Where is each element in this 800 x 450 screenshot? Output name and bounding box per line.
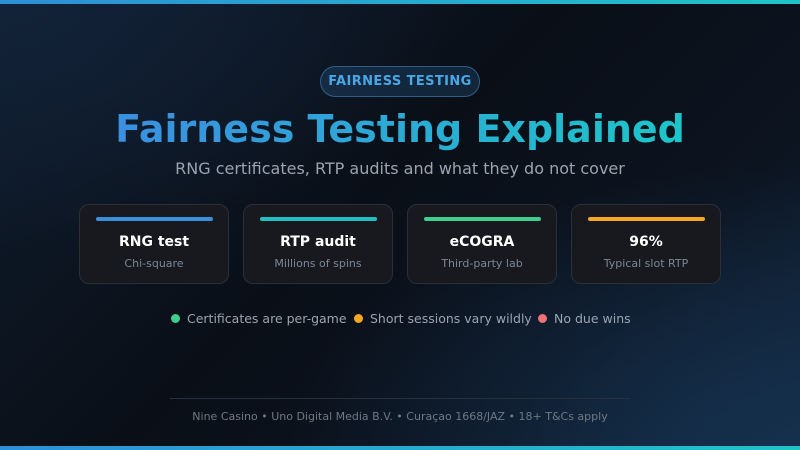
note-item: Certificates are per-game <box>171 308 347 328</box>
card-accent-line <box>424 217 541 221</box>
note-item: No due wins <box>538 308 631 328</box>
page-title-text: Fairness Testing Explained <box>115 107 685 151</box>
section-badge: FAIRNESS TESTING <box>320 66 480 97</box>
card-subtitle: Typical slot RTP <box>603 257 689 270</box>
top-accent-bar <box>0 0 800 4</box>
stat-cards: RNG test Chi-square RTP audit Millions o… <box>79 204 721 284</box>
card-subtitle: Millions of spins <box>274 257 362 270</box>
card-title: eCOGRA <box>449 234 515 250</box>
card-accent-line <box>260 217 377 221</box>
bottom-accent-bar <box>0 446 800 450</box>
note-text: No due wins <box>554 310 631 326</box>
card-title: RNG test <box>118 234 190 250</box>
card-subtitle: Chi-square <box>124 257 184 270</box>
footer-divider <box>170 398 630 399</box>
card-accent-line <box>588 217 705 221</box>
status-dot-icon <box>354 313 363 323</box>
card-title: RTP audit <box>280 234 356 250</box>
card-typical-rtp: 96% Typical slot RTP <box>571 204 721 284</box>
notes-row: Certificates are per-game Short sessions… <box>0 308 800 328</box>
note-text: Short sessions vary wildly <box>370 310 532 326</box>
status-dot-icon <box>538 313 547 323</box>
card-title: 96% <box>629 234 663 250</box>
card-subtitle: Third-party lab <box>441 257 523 270</box>
note-text: Certificates are per-game <box>187 310 347 326</box>
page-subtitle: RNG certificates, RTP audits and what th… <box>175 159 625 178</box>
footer-disclaimer: Nine Casino • Uno Digital Media B.V. • C… <box>192 410 608 423</box>
note-item: Short sessions vary wildly <box>354 308 532 328</box>
card-ecogra: eCOGRA Third-party lab <box>407 204 557 284</box>
status-dot-icon <box>171 313 180 323</box>
page-title: Fairness Testing Explained <box>0 104 800 154</box>
card-rng-test: RNG test Chi-square <box>79 204 229 284</box>
card-accent-line <box>96 217 213 221</box>
card-rtp-audit: RTP audit Millions of spins <box>243 204 393 284</box>
